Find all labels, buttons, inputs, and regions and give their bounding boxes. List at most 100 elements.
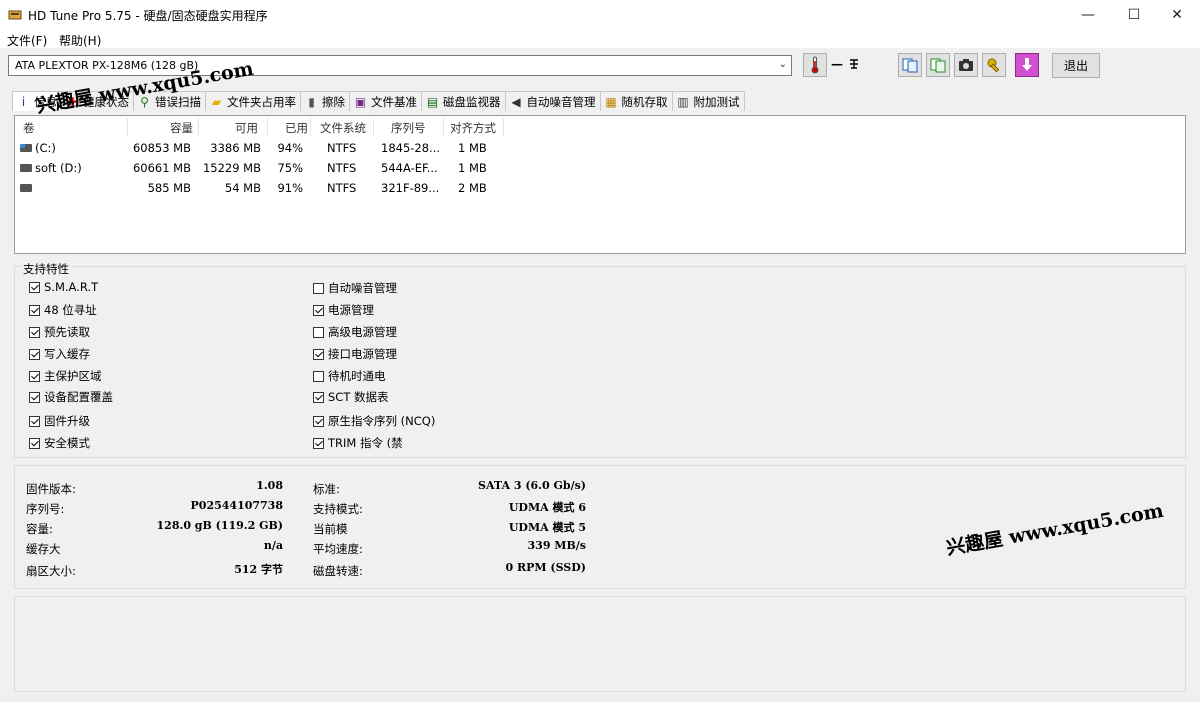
feature-checkbox[interactable]: 写入缓存 bbox=[29, 346, 90, 362]
checked-box-icon[interactable] bbox=[29, 391, 40, 403]
drive-icon bbox=[20, 164, 32, 172]
feature-checkbox[interactable]: 接口电源管理 bbox=[313, 346, 397, 362]
bottom-panel bbox=[14, 596, 1186, 692]
feature-checkbox[interactable]: 主保护区域 bbox=[29, 368, 102, 384]
volume-list[interactable]: 卷 容量 可用 已用 文件系统 序列号 对齐方式 (C:) 60853 MB 3386 MB 94%… bbox=[14, 115, 1186, 254]
tab-4[interactable]: ▰ 文件夹占用率 bbox=[205, 91, 301, 111]
options-button[interactable] bbox=[982, 53, 1006, 77]
checked-box-icon[interactable] bbox=[29, 304, 40, 316]
volume-cell-capacity: 60853 MB bbox=[132, 141, 191, 155]
volume-cell-capacity: 60661 MB bbox=[132, 161, 191, 175]
tab-9[interactable]: ▦ 随机存取 bbox=[599, 91, 673, 111]
feature-checkbox[interactable]: 电源管理 bbox=[313, 302, 374, 318]
app-icon bbox=[8, 10, 22, 20]
column-divider[interactable] bbox=[373, 118, 374, 136]
features-legend: 支持特性 bbox=[20, 261, 72, 277]
tab-label: 磁盘监视器 bbox=[443, 94, 501, 109]
checked-box-icon[interactable] bbox=[29, 437, 40, 449]
column-header[interactable]: 可用 bbox=[235, 120, 258, 136]
checked-box-icon[interactable] bbox=[313, 391, 324, 403]
feature-label: 固件升级 bbox=[44, 414, 90, 428]
exit-button[interactable]: 退出 bbox=[1052, 53, 1100, 78]
feature-checkbox[interactable]: SCT 数据表 bbox=[313, 389, 389, 405]
info-label: 容量: bbox=[26, 522, 53, 536]
thermometer-icon bbox=[811, 56, 819, 74]
copy-info-button[interactable] bbox=[898, 53, 922, 77]
info-value: 1.08 bbox=[256, 479, 283, 492]
checked-box-icon[interactable] bbox=[29, 415, 40, 427]
info-label: 固件版本: bbox=[26, 482, 76, 496]
feature-label: 48 位寻址 bbox=[44, 303, 97, 317]
random-access-icon: ▦ bbox=[605, 94, 617, 109]
temperature-unit-icon bbox=[848, 58, 860, 70]
feature-checkbox[interactable]: 设备配置覆盖 bbox=[29, 389, 113, 405]
checked-box-icon[interactable] bbox=[29, 281, 40, 293]
save-button[interactable] bbox=[1015, 53, 1039, 77]
checked-box-icon[interactable] bbox=[29, 370, 40, 382]
feature-checkbox[interactable]: 待机时通电 bbox=[313, 368, 386, 384]
disk-monitor-icon: ▤ bbox=[426, 94, 439, 109]
column-header[interactable]: 文件系统 bbox=[320, 120, 366, 136]
info-value: UDMA 模式 5 bbox=[508, 521, 586, 534]
checked-box-icon[interactable] bbox=[313, 304, 324, 316]
tab-label: 擦除 bbox=[322, 94, 345, 109]
column-divider[interactable] bbox=[127, 118, 128, 136]
unchecked-box-icon[interactable] bbox=[313, 282, 324, 294]
column-divider[interactable] bbox=[310, 118, 311, 136]
screenshot-button[interactable] bbox=[954, 53, 978, 77]
feature-checkbox[interactable]: 原生指令序列 (NCQ) bbox=[313, 413, 435, 429]
checked-box-icon[interactable] bbox=[313, 415, 324, 427]
column-header[interactable]: 已用 bbox=[285, 120, 308, 136]
menu-file[interactable]: 文件(F) bbox=[7, 32, 47, 49]
feature-checkbox[interactable]: 48 位寻址 bbox=[29, 302, 97, 318]
feature-label: SCT 数据表 bbox=[328, 390, 389, 404]
feature-label: 设备配置覆盖 bbox=[44, 390, 113, 404]
feature-label: TRIM 指令 (禁 bbox=[328, 436, 403, 450]
extra-tests-icon: ▥ bbox=[677, 94, 689, 109]
tab-7[interactable]: ▤ 磁盘监视器 bbox=[421, 91, 506, 111]
unchecked-box-icon[interactable] bbox=[313, 326, 324, 338]
camera-icon bbox=[959, 59, 973, 71]
column-divider[interactable] bbox=[443, 118, 444, 136]
tab-label: 附加测试 bbox=[693, 94, 740, 109]
tab-10[interactable]: ▥ 附加测试 bbox=[671, 91, 745, 111]
column-divider[interactable] bbox=[503, 118, 504, 136]
minimize-button[interactable]: — bbox=[1065, 0, 1111, 30]
maximize-button[interactable]: ☐ bbox=[1111, 0, 1157, 30]
tab-8[interactable]: ◀ 自动噪音管理 bbox=[504, 91, 601, 111]
feature-checkbox[interactable]: 高级电源管理 bbox=[313, 324, 397, 340]
info-label: 磁盘转速: bbox=[313, 564, 363, 578]
menu-help[interactable]: 帮助(H) bbox=[59, 32, 101, 49]
tab-5[interactable]: ▮ 擦除 bbox=[300, 91, 350, 111]
column-divider[interactable] bbox=[198, 118, 199, 136]
column-header[interactable]: 对齐方式 bbox=[450, 120, 496, 136]
feature-checkbox[interactable]: 固件升级 bbox=[29, 413, 90, 429]
volume-cell-free: 3386 MB bbox=[210, 141, 261, 155]
checked-box-icon[interactable] bbox=[29, 326, 40, 338]
copy-all-icon bbox=[930, 58, 946, 73]
column-header[interactable]: 序列号 bbox=[391, 120, 426, 136]
column-header[interactable]: 卷 bbox=[23, 120, 35, 136]
close-button[interactable]: ✕ bbox=[1154, 0, 1200, 30]
feature-checkbox[interactable]: 自动噪音管理 bbox=[313, 280, 397, 296]
feature-checkbox[interactable]: 安全模式 bbox=[29, 435, 90, 451]
info-value: 512 字节 bbox=[234, 563, 283, 576]
column-header[interactable]: 容量 bbox=[170, 120, 193, 136]
tab-6[interactable]: ▣ 文件基准 bbox=[349, 91, 422, 111]
folder-icon: ▰ bbox=[211, 94, 222, 109]
info-label: 标准: bbox=[313, 482, 340, 496]
checked-box-icon[interactable] bbox=[313, 437, 324, 449]
feature-label: 原生指令序列 (NCQ) bbox=[328, 414, 436, 428]
feature-checkbox[interactable]: S.M.A.R.T bbox=[29, 280, 98, 294]
feature-checkbox[interactable]: 预先读取 bbox=[29, 324, 90, 340]
drive-select[interactable]: ATA PLEXTOR PX-128M6 (128 gB) ⌄ bbox=[8, 55, 792, 76]
arrow-down-icon bbox=[1022, 58, 1032, 71]
volume-cell-used: 75% bbox=[277, 161, 303, 175]
feature-checkbox[interactable]: TRIM 指令 (禁 bbox=[313, 435, 403, 451]
copy-all-button[interactable] bbox=[926, 53, 950, 77]
unchecked-box-icon[interactable] bbox=[313, 370, 324, 382]
temperature-button[interactable] bbox=[803, 53, 827, 77]
checked-box-icon[interactable] bbox=[29, 348, 40, 360]
checked-box-icon[interactable] bbox=[313, 348, 324, 360]
column-divider[interactable] bbox=[267, 118, 268, 136]
